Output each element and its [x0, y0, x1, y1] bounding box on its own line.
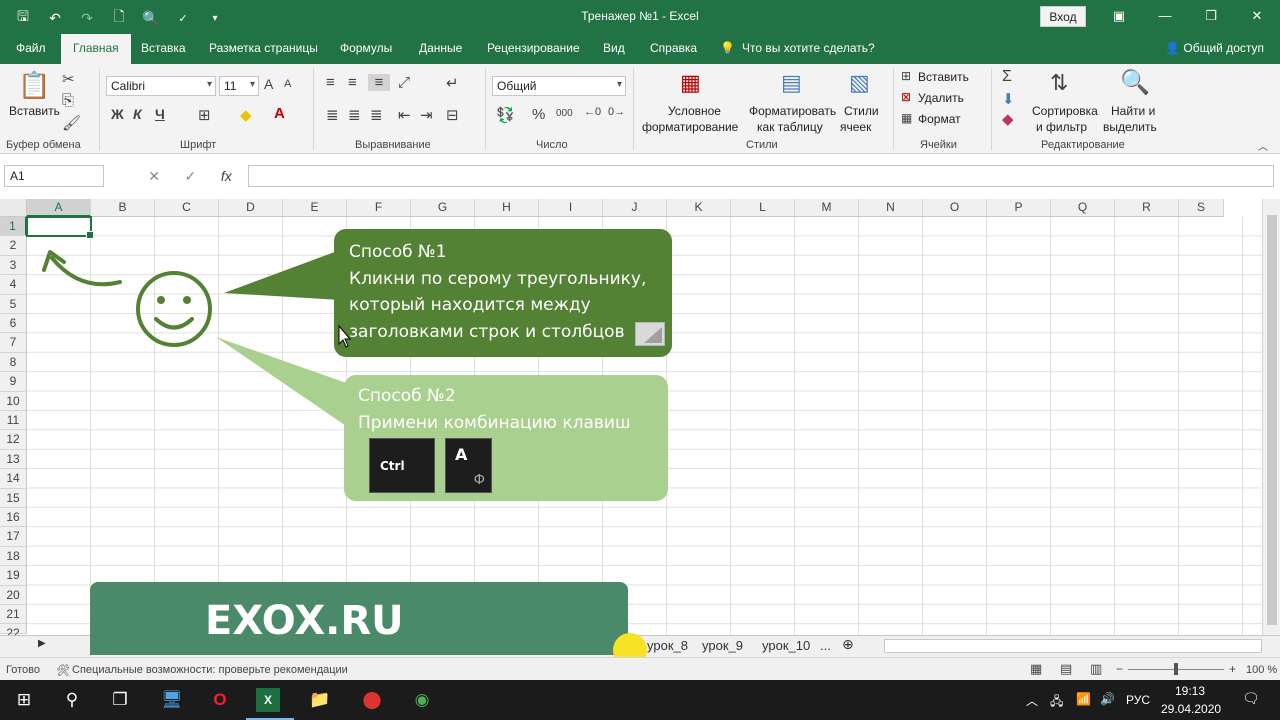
- callout1-line3: заголовками строк и столбцов: [349, 321, 625, 342]
- a-key: AФ: [445, 438, 492, 493]
- callout1-line1: Кликни по серому треугольнику,: [349, 268, 647, 289]
- recorder-icon[interactable]: ⬤: [360, 688, 384, 712]
- callout1-title: Способ №1: [349, 242, 447, 262]
- smiley-icon: [136, 271, 212, 347]
- tray-arrow-icon[interactable]: ︿: [1026, 692, 1038, 709]
- a-key-alt-label: Ф: [473, 473, 485, 488]
- sheet-tab-lesson-10[interactable]: урок_10: [762, 638, 810, 653]
- zoom-in-button[interactable]: +: [1229, 662, 1236, 676]
- page-layout-view-icon[interactable]: ▤: [1060, 661, 1072, 677]
- search-icon[interactable]: ⚲: [60, 688, 84, 712]
- zoom-slider-thumb[interactable]: [1174, 663, 1178, 675]
- chrome-icon[interactable]: ◉: [410, 688, 434, 712]
- status-ready: Готово: [6, 664, 40, 676]
- mini-select-all-icon: [635, 322, 665, 346]
- clock-date[interactable]: 29.04.2020: [1161, 702, 1221, 716]
- excel-icon[interactable]: X: [256, 688, 280, 712]
- add-sheet-icon[interactable]: ⊕: [842, 636, 854, 653]
- network-icon[interactable]: 🖧: [1050, 692, 1063, 713]
- scroll-sheets-right-icon[interactable]: ▶: [38, 638, 46, 649]
- app-network-icon[interactable]: 🖥: [160, 688, 184, 712]
- accessibility-icon[interactable]: 🛠: [56, 664, 70, 677]
- clock-time[interactable]: 19:13: [1175, 684, 1205, 698]
- zoom-level[interactable]: 100 %: [1246, 664, 1277, 676]
- windows-start-icon[interactable]: ⊞: [12, 688, 36, 712]
- sheet-tab-lesson-9[interactable]: урок_9: [702, 638, 743, 653]
- sheet-tab-lesson-8[interactable]: урок_8: [647, 638, 688, 653]
- wifi-icon[interactable]: 📶: [1076, 692, 1091, 706]
- more-sheets-button[interactable]: ...: [820, 638, 831, 653]
- file-explorer-icon[interactable]: 📁: [308, 688, 332, 712]
- task-view-icon[interactable]: ❐: [108, 688, 132, 712]
- opera-icon[interactable]: O: [208, 688, 232, 712]
- callout2-title: Способ №2: [358, 386, 456, 406]
- horizontal-scrollbar[interactable]: [884, 639, 1262, 653]
- callout2-tail: [216, 337, 352, 430]
- a-key-label: A: [455, 445, 468, 464]
- notifications-icon[interactable]: 🗨: [1242, 690, 1260, 707]
- callout1-tail: [224, 250, 340, 300]
- callout2-line1: Примени комбинацию клавиш: [358, 412, 631, 433]
- windows-taskbar: ⊞ ⚲ ❐ 🖥 O X 📁 ⬤ ◉ ︿ 🖧 📶 🔊 РУС 19:13 29.0…: [0, 680, 1280, 720]
- callout-method-1: Способ №1 Кликни по серому треугольнику,…: [334, 229, 672, 357]
- zoom-out-button[interactable]: −: [1116, 662, 1123, 676]
- accessibility-status[interactable]: Специальные возможности: проверьте реком…: [72, 664, 348, 676]
- mouse-cursor-icon: [338, 324, 351, 348]
- page-break-view-icon[interactable]: ▥: [1090, 661, 1102, 677]
- callout1-line2: который находится между: [349, 295, 591, 315]
- status-bar: Готово 🛠 Специальные возможности: провер…: [0, 657, 1280, 680]
- watermark-banner: EXOX.RU: [90, 582, 628, 655]
- banner-text: EXOX.RU: [205, 598, 404, 644]
- language-indicator[interactable]: РУС: [1126, 693, 1150, 707]
- ctrl-key: Ctrl: [369, 438, 435, 493]
- normal-view-icon[interactable]: ▦: [1030, 661, 1042, 677]
- volume-icon[interactable]: 🔊: [1100, 692, 1115, 706]
